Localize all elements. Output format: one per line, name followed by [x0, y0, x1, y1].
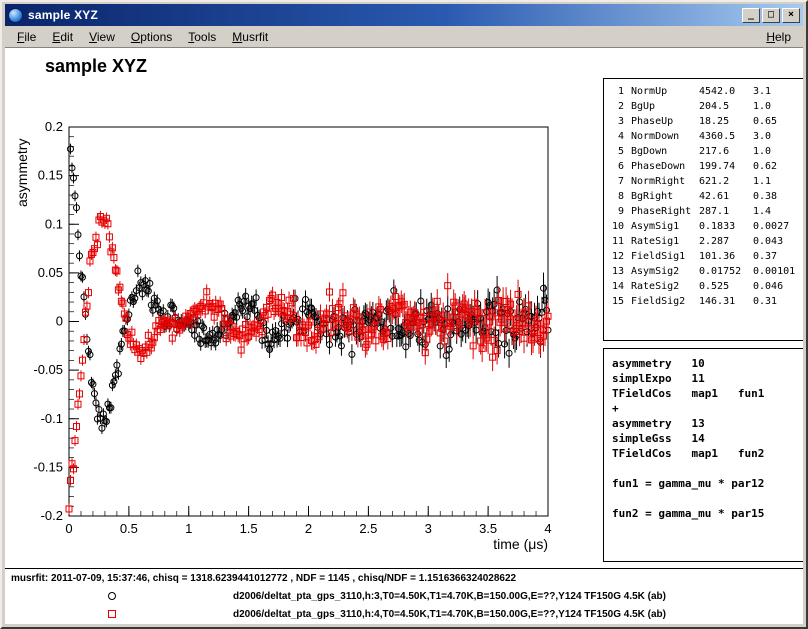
menu-options[interactable]: Options: [123, 28, 180, 46]
svg-text:0.2: 0.2: [45, 119, 63, 134]
svg-text:asymmetry: asymmetry: [14, 139, 30, 207]
theory-line: simpleGss 14: [612, 432, 803, 447]
menubar: FileEditViewOptionsToolsMusrfit Help: [5, 26, 803, 47]
menu-edit[interactable]: Edit: [44, 28, 81, 46]
parameter-row: 13AsymSig20.017520.00101: [610, 266, 803, 281]
parameter-row: 4NormDown4360.53.0: [610, 131, 803, 146]
theory-line: asymmetry 13: [612, 417, 803, 432]
window-title: sample XYZ: [28, 8, 98, 22]
menu-view[interactable]: View: [81, 28, 123, 46]
theory-block: asymmetry 10simplExpo 11TFieldCos map1 f…: [603, 348, 803, 562]
svg-text:0: 0: [56, 314, 63, 329]
circle-marker-icon: [108, 592, 116, 600]
theory-line: fun2 = gamma_mu * par15: [612, 507, 803, 522]
data-series-open-circle: [66, 116, 551, 434]
parameter-row: 10AsymSig10.18330.0027: [610, 221, 803, 236]
svg-text:3: 3: [425, 521, 432, 536]
maximize-button[interactable]: □: [762, 8, 780, 23]
root-canvas[interactable]: sample XYZ 0 0.5 1 1.5 2 2.5 3 3.5 4 -0.2 -0.15 -0.…: [5, 47, 803, 624]
menu-tools[interactable]: Tools: [180, 28, 224, 46]
parameter-row: 7NormRight621.21.1: [610, 176, 803, 191]
theory-line: TFieldCos map1 fun1: [612, 387, 803, 402]
svg-text:time (μs): time (μs): [493, 536, 548, 552]
svg-text:0.15: 0.15: [38, 168, 63, 183]
theory-line: TFieldCos map1 fun2: [612, 447, 803, 462]
svg-text:3.5: 3.5: [479, 521, 497, 536]
parameter-table: 1NormUp4542.03.12BgUp204.51.03PhaseUp18.…: [603, 78, 803, 341]
menu-file[interactable]: File: [9, 28, 44, 46]
menu-help[interactable]: Help: [758, 28, 799, 46]
parameter-row: 2BgUp204.51.0: [610, 101, 803, 116]
svg-text:2.5: 2.5: [359, 521, 377, 536]
svg-text:1: 1: [185, 521, 192, 536]
fit-statistics-line: musrfit: 2011-07-09, 15:37:46, chisq = 1…: [11, 573, 516, 584]
parameter-row: 8BgRight42.610.38: [610, 191, 803, 206]
app-window: sample XYZ _□× FileEditViewOptionsToolsM…: [0, 0, 808, 629]
parameter-row: 12FieldSig1101.360.37: [610, 251, 803, 266]
svg-text:0: 0: [65, 521, 72, 536]
svg-text:-0.2: -0.2: [41, 508, 63, 523]
legend-row: d2006/deltat_pta_gps_3110,h:3,T0=4.50K,T…: [5, 589, 803, 605]
svg-text:2: 2: [305, 521, 312, 536]
legend-label: d2006/deltat_pta_gps_3110,h:4,T0=4.50K,T…: [233, 609, 666, 620]
window-controls: _□×: [742, 8, 800, 23]
svg-text:-0.05: -0.05: [33, 362, 63, 377]
parameter-row: 1NormUp4542.03.1: [610, 86, 803, 101]
parameter-row: 11RateSig12.2870.043: [610, 236, 803, 251]
square-marker-icon: [108, 610, 116, 618]
parameter-row: 3PhaseUp18.250.65: [610, 116, 803, 131]
titlebar[interactable]: sample XYZ _□×: [5, 4, 803, 26]
close-button[interactable]: ×: [782, 8, 800, 23]
svg-text:1.5: 1.5: [240, 521, 258, 536]
theory-line: +: [612, 402, 803, 417]
svg-text:0.1: 0.1: [45, 216, 63, 231]
menubar-items: FileEditViewOptionsToolsMusrfit: [9, 28, 276, 46]
legend-label: d2006/deltat_pta_gps_3110,h:3,T0=4.50K,T…: [233, 591, 666, 602]
parameter-row: 14RateSig20.5250.046: [610, 281, 803, 296]
svg-text:0.05: 0.05: [38, 265, 63, 280]
svg-text:-0.15: -0.15: [33, 459, 63, 474]
theory-line: simplExpo 11: [612, 372, 803, 387]
theory-line: [612, 492, 803, 507]
menu-musrfit[interactable]: Musrfit: [224, 28, 276, 46]
parameter-row: 15FieldSig2146.310.31: [610, 296, 803, 311]
minimize-button[interactable]: _: [742, 8, 760, 23]
legend-row: d2006/deltat_pta_gps_3110,h:4,T0=4.50K,T…: [5, 607, 803, 623]
parameter-row: 6PhaseDown199.740.62: [610, 161, 803, 176]
theory-line: [612, 462, 803, 477]
parameter-row: 9PhaseRight287.11.4: [610, 206, 803, 221]
pad-title: sample XYZ: [45, 56, 147, 77]
svg-text:0.5: 0.5: [120, 521, 138, 536]
plot-canvas[interactable]: 0 0.5 1 1.5 2 2.5 3 3.5 4 -0.2 -0.15 -0.1 -0.05 0 0.05…: [5, 87, 585, 557]
parameter-row: 5BgDown217.61.0: [610, 146, 803, 161]
data-series-open-square: [66, 211, 551, 515]
svg-text:4: 4: [544, 521, 551, 536]
app-icon: [8, 8, 23, 23]
theory-line: fun1 = gamma_mu * par12: [612, 477, 803, 492]
footer-separator: [5, 568, 803, 569]
theory-line: asymmetry 10: [612, 357, 803, 372]
svg-text:-0.1: -0.1: [41, 411, 63, 426]
